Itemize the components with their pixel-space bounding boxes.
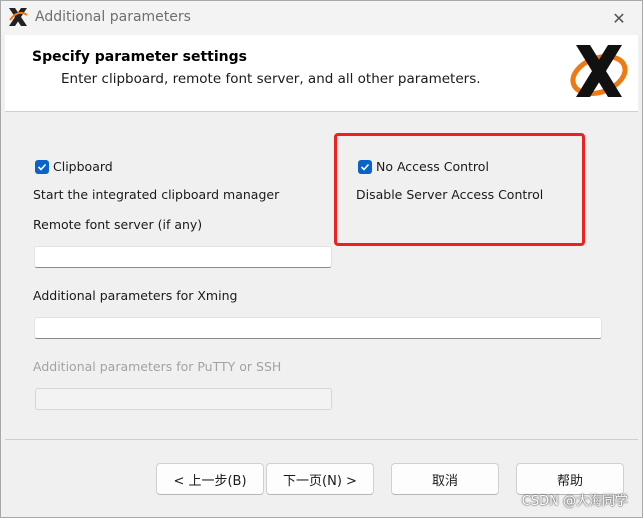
putty-params-input — [35, 388, 332, 410]
no-access-control-description: Disable Server Access Control — [356, 187, 544, 202]
title-bar[interactable]: Additional parameters ✕ — [1, 1, 642, 35]
back-button[interactable]: < 上一步(B) — [156, 463, 264, 495]
font-server-input[interactable] — [34, 246, 332, 268]
wizard-header: Specify parameter settings Enter clipboa… — [5, 35, 638, 112]
xming-x-logo-icon — [570, 45, 628, 97]
xming-logo-icon — [9, 8, 28, 26]
no-access-control-label[interactable]: No Access Control — [376, 159, 489, 174]
xming-params-label: Additional parameters for Xming — [33, 288, 238, 303]
putty-params-label: Additional parameters for PuTTY or SSH — [33, 359, 282, 374]
footer-divider — [5, 439, 638, 440]
next-button[interactable]: 下一页(N) > — [266, 463, 374, 495]
page-subtitle: Enter clipboard, remote font server, and… — [61, 71, 481, 87]
no-access-control-checkbox[interactable] — [358, 160, 372, 174]
dialog-window: Additional parameters ✕ Specify paramete… — [0, 0, 643, 518]
page-title: Specify parameter settings — [32, 49, 247, 65]
xming-params-input[interactable] — [34, 317, 602, 339]
close-icon: ✕ — [612, 8, 626, 28]
clipboard-checkbox[interactable] — [35, 160, 49, 174]
checkmark-icon — [360, 163, 370, 171]
clipboard-label[interactable]: Clipboard — [53, 159, 113, 174]
checkmark-icon — [37, 163, 47, 171]
font-server-label: Remote font server (if any) — [33, 217, 203, 232]
cancel-button[interactable]: 取消 — [391, 463, 499, 495]
clipboard-description: Start the integrated clipboard manager — [33, 187, 280, 202]
parameters-panel: Clipboard Start the integrated clipboard… — [5, 112, 638, 438]
window-title: Additional parameters — [35, 9, 191, 25]
close-button[interactable]: ✕ — [596, 1, 642, 35]
watermark-text: CSDN @大海同学 — [521, 494, 628, 509]
